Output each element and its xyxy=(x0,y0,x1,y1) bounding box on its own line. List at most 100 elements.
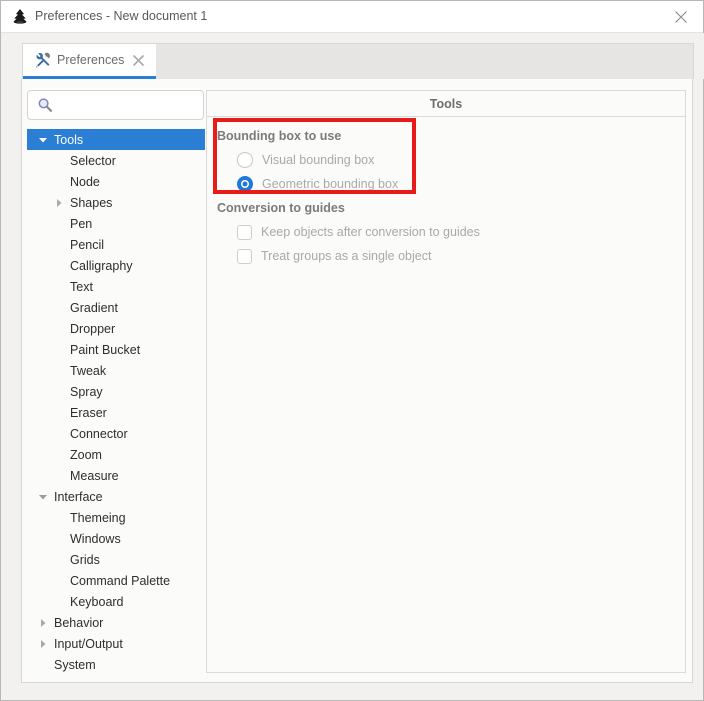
search-input[interactable] xyxy=(59,97,193,113)
sidebar-item-label: Spray xyxy=(70,384,103,399)
tab-strip: Preferences xyxy=(2,33,704,79)
sidebar-item-input-output[interactable]: Input/Output xyxy=(27,633,205,654)
sidebar-item-label: Zoom xyxy=(70,447,102,462)
sidebar-item-spray[interactable]: Spray xyxy=(27,381,205,402)
sidebar-item-label: Paint Bucket xyxy=(70,342,141,357)
sidebar-item-label: Calligraphy xyxy=(70,258,133,273)
sidebar-item-behavior[interactable]: Behavior xyxy=(27,612,205,633)
chevron-down-icon[interactable] xyxy=(35,129,51,150)
option-label: Treat groups as a single object xyxy=(261,249,432,263)
checkbox-keep-objects-after-conversion-to-guides[interactable]: Keep objects after conversion to guides xyxy=(237,220,685,244)
search-box[interactable] xyxy=(27,90,204,120)
preferences-window: Preferences - New document 1 Preferences… xyxy=(0,0,704,701)
sidebar-item-label: Pen xyxy=(70,216,93,231)
sidebar-item-label: Command Palette xyxy=(70,573,171,588)
tab-close-icon[interactable] xyxy=(132,54,145,67)
inkscape-logo-icon xyxy=(10,7,30,27)
window-title: Preferences - New document 1 xyxy=(35,9,208,23)
sidebar-item-grids[interactable]: Grids xyxy=(27,549,205,570)
sidebar-item-label: Windows xyxy=(70,531,121,546)
sidebar-item-command-palette[interactable]: Command Palette xyxy=(27,570,205,591)
sidebar-item-text[interactable]: Text xyxy=(27,276,205,297)
chevron-right-icon[interactable] xyxy=(51,192,67,213)
sidebar-item-selector[interactable]: Selector xyxy=(27,150,205,171)
sidebar: Tools Selector Node Shapes Pen Pencil Calligra… xyxy=(27,90,205,673)
sidebar-item-windows[interactable]: Windows xyxy=(27,528,205,549)
chevron-right-icon[interactable] xyxy=(35,612,51,633)
sidebar-item-tools[interactable]: Tools xyxy=(27,129,205,150)
group-label: Conversion to guides xyxy=(217,201,345,215)
sidebar-item-label: Measure xyxy=(70,468,119,483)
sidebar-item-label: Dropper xyxy=(70,321,116,336)
panel-title: Tools xyxy=(429,96,463,111)
sidebar-item-label: Pencil xyxy=(70,237,105,252)
sidebar-item-pencil[interactable]: Pencil xyxy=(27,234,205,255)
sidebar-item-gradient[interactable]: Gradient xyxy=(27,297,205,318)
chevron-down-icon[interactable] xyxy=(35,486,51,507)
sidebar-item-label: Grids xyxy=(70,552,100,567)
sidebar-item-system[interactable]: System xyxy=(27,654,205,673)
close-icon[interactable] xyxy=(661,1,701,32)
sidebar-item-label: Keyboard xyxy=(70,594,124,609)
radio-unchecked-icon[interactable] xyxy=(237,152,253,168)
panel-header: Tools xyxy=(207,91,685,117)
sidebar-item-connector[interactable]: Connector xyxy=(27,423,205,444)
sidebar-item-zoom[interactable]: Zoom xyxy=(27,444,205,465)
tab-preferences[interactable]: Preferences xyxy=(23,44,157,79)
sidebar-item-node[interactable]: Node xyxy=(27,171,205,192)
radio-checked-icon[interactable] xyxy=(237,176,253,192)
radio-geometric-bounding-box[interactable]: Geometric bounding box xyxy=(237,172,685,196)
sidebar-item-calligraphy[interactable]: Calligraphy xyxy=(27,255,205,276)
sidebar-item-label: Shapes xyxy=(70,195,113,210)
sidebar-item-keyboard[interactable]: Keyboard xyxy=(27,591,205,612)
panel-body: Bounding box to use Visual bounding box Ge… xyxy=(207,117,685,268)
sidebar-item-pen[interactable]: Pen xyxy=(27,213,205,234)
sidebar-item-label: System xyxy=(54,657,96,672)
group-label: Bounding box to use xyxy=(217,129,342,143)
checkbox-unchecked-icon[interactable] xyxy=(237,248,252,264)
option-label: Geometric bounding box xyxy=(262,177,399,191)
content-area: Tools Selector Node Shapes Pen Pencil Calligra… xyxy=(21,79,693,683)
tab-label: Preferences xyxy=(57,53,125,67)
sidebar-item-label: Behavior xyxy=(54,615,104,630)
sidebar-item-themeing[interactable]: Themeing xyxy=(27,507,205,528)
sidebar-item-label: Selector xyxy=(70,153,116,168)
sidebar-item-shapes[interactable]: Shapes xyxy=(27,192,205,213)
sidebar-item-eraser[interactable]: Eraser xyxy=(27,402,205,423)
chevron-right-icon[interactable] xyxy=(35,633,51,654)
search-icon xyxy=(37,97,53,113)
checkbox-unchecked-icon[interactable] xyxy=(237,224,252,240)
checkbox-treat-groups-as-a-single-object[interactable]: Treat groups as a single object xyxy=(237,244,685,268)
sidebar-item-dropper[interactable]: Dropper xyxy=(27,318,205,339)
sidebar-item-paint-bucket[interactable]: Paint Bucket xyxy=(27,339,205,360)
sidebar-item-interface[interactable]: Interface xyxy=(27,486,205,507)
sidebar-item-measure[interactable]: Measure xyxy=(27,465,205,486)
option-label: Keep objects after conversion to guides xyxy=(261,225,480,239)
radio-visual-bounding-box[interactable]: Visual bounding box xyxy=(237,148,685,172)
tab-bar: Preferences xyxy=(22,43,694,79)
sidebar-item-label: Tools xyxy=(54,132,84,147)
sidebar-item-tweak[interactable]: Tweak xyxy=(27,360,205,381)
preferences-tree[interactable]: Tools Selector Node Shapes Pen Pencil Calligra… xyxy=(27,129,205,673)
sidebar-item-label: Connector xyxy=(70,426,128,441)
sidebar-item-label: Input/Output xyxy=(54,636,123,651)
